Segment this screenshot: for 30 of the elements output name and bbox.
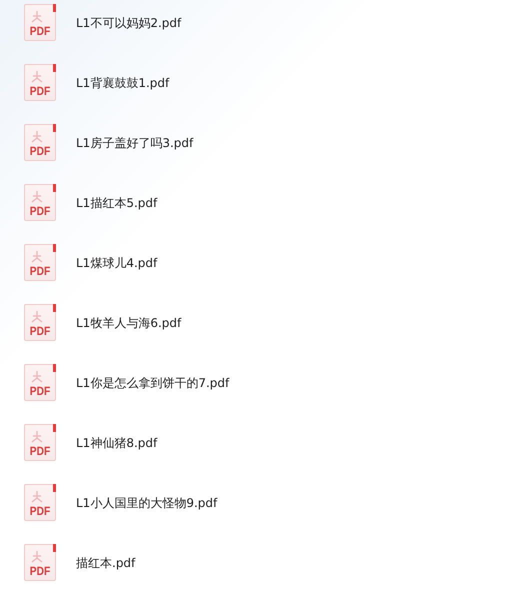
file-name: L1牧羊人与海6.pdf [76, 315, 182, 331]
file-item[interactable]: PDF L1牧羊人与海6.pdf [0, 304, 514, 364]
file-name: L1房子盖好了吗3.pdf [76, 135, 194, 151]
pdf-file-icon: PDF [24, 484, 56, 521]
file-item[interactable]: PDF 描红本.pdf [0, 544, 514, 591]
file-item[interactable]: PDF L1房子盖好了吗3.pdf [0, 124, 514, 184]
pdf-file-icon: PDF [24, 124, 56, 161]
file-name: L1背襄鼓鼓1.pdf [76, 75, 170, 91]
pdf-file-icon: PDF [24, 304, 56, 341]
pdf-file-icon: PDF [24, 64, 56, 101]
file-name: L1描红本5.pdf [76, 195, 158, 211]
file-item[interactable]: PDF L1小人国里的大怪物9.pdf [0, 484, 514, 544]
file-name: L1不可以妈妈2.pdf [76, 15, 182, 31]
file-item[interactable]: PDF L1你是怎么拿到饼干的7.pdf [0, 364, 514, 424]
pdf-file-icon: PDF [24, 364, 56, 401]
file-name: 描红本.pdf [76, 555, 136, 571]
file-name: L1神仙猪8.pdf [76, 435, 158, 451]
file-item[interactable]: PDF L1神仙猪8.pdf [0, 424, 514, 484]
pdf-file-icon: PDF [24, 244, 56, 281]
file-item[interactable]: PDF L1描红本5.pdf [0, 184, 514, 244]
file-item[interactable]: PDF L1不可以妈妈2.pdf [0, 4, 514, 64]
pdf-file-icon: PDF [24, 4, 56, 41]
file-item[interactable]: PDF L1背襄鼓鼓1.pdf [0, 64, 514, 124]
file-name: L1你是怎么拿到饼干的7.pdf [76, 375, 230, 391]
pdf-file-icon: PDF [24, 184, 56, 221]
pdf-file-icon: PDF [24, 544, 56, 581]
file-name: L1煤球儿4.pdf [76, 255, 158, 271]
pdf-file-icon: PDF [24, 424, 56, 461]
file-name: L1小人国里的大怪物9.pdf [76, 495, 218, 511]
file-item[interactable]: PDF L1煤球儿4.pdf [0, 244, 514, 304]
